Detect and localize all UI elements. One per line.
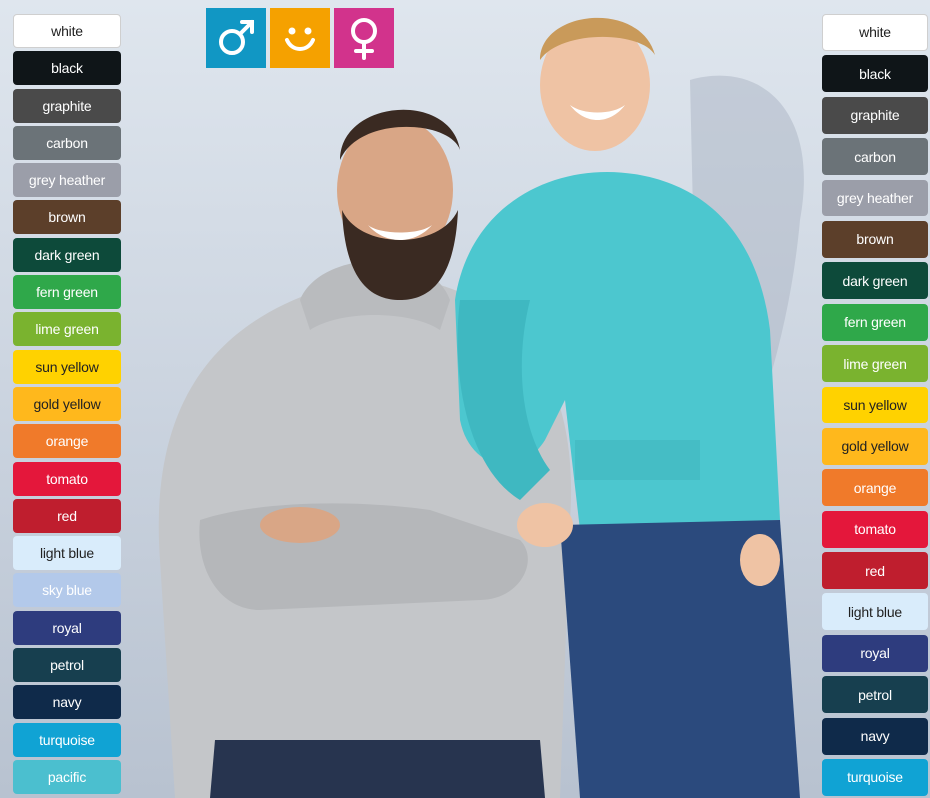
color-swatch-navy[interactable]: navy xyxy=(822,717,928,755)
gender-icon-row xyxy=(206,8,398,68)
color-swatch-gold-yellow[interactable]: gold yellow xyxy=(822,427,928,465)
color-swatch-sun-yellow[interactable]: sun yellow xyxy=(13,349,121,384)
color-swatch-white[interactable]: white xyxy=(822,14,928,51)
female-icon xyxy=(334,8,394,68)
color-swatch-white[interactable]: white xyxy=(13,14,121,48)
male-icon xyxy=(206,8,266,68)
color-swatch-light-blue[interactable]: light blue xyxy=(822,593,928,631)
color-swatch-lime-green[interactable]: lime green xyxy=(822,345,928,383)
color-swatch-petrol[interactable]: petrol xyxy=(822,676,928,714)
color-swatch-black[interactable]: black xyxy=(13,51,121,86)
color-swatch-graphite[interactable]: graphite xyxy=(822,96,928,134)
color-swatch-turquoise[interactable]: turquoise xyxy=(822,759,928,796)
color-swatch-tomato[interactable]: tomato xyxy=(822,510,928,548)
color-swatch-fern-green[interactable]: fern green xyxy=(13,275,121,310)
color-swatch-brown[interactable]: brown xyxy=(13,200,121,235)
color-swatch-list-right: white black graphite carbon grey heather brow… xyxy=(822,14,928,796)
color-swatch-petrol[interactable]: petrol xyxy=(13,648,121,683)
color-swatch-red[interactable]: red xyxy=(13,498,121,533)
color-swatch-navy[interactable]: navy xyxy=(13,685,121,720)
color-swatch-grey-heather[interactable]: grey heather xyxy=(13,163,121,198)
color-swatch-list-left: white black graphite carbon grey heather brow… xyxy=(13,14,121,794)
color-swatch-carbon[interactable]: carbon xyxy=(13,125,121,160)
product-photo xyxy=(0,0,930,798)
color-swatch-gold-yellow[interactable]: gold yellow xyxy=(13,386,121,421)
color-swatch-tomato[interactable]: tomato xyxy=(13,461,121,496)
color-swatch-lime-green[interactable]: lime green xyxy=(13,312,121,347)
color-swatch-royal[interactable]: royal xyxy=(13,610,121,645)
color-swatch-fern-green[interactable]: fern green xyxy=(822,303,928,341)
color-swatch-sun-yellow[interactable]: sun yellow xyxy=(822,386,928,424)
color-swatch-sky-blue[interactable]: sky blue xyxy=(13,573,121,608)
color-swatch-orange[interactable]: orange xyxy=(13,424,121,459)
color-swatch-dark-green[interactable]: dark green xyxy=(822,262,928,300)
color-swatch-royal[interactable]: royal xyxy=(822,634,928,672)
color-swatch-pacific[interactable]: pacific xyxy=(13,759,121,794)
color-swatch-turquoise[interactable]: turquoise xyxy=(13,722,121,757)
color-swatch-light-blue[interactable]: light blue xyxy=(13,536,121,571)
color-swatch-black[interactable]: black xyxy=(822,55,928,93)
color-swatch-grey-heather[interactable]: grey heather xyxy=(822,179,928,217)
kids-smiley-icon xyxy=(270,8,330,68)
color-swatch-carbon[interactable]: carbon xyxy=(822,138,928,176)
color-swatch-brown[interactable]: brown xyxy=(822,220,928,258)
color-swatch-graphite[interactable]: graphite xyxy=(13,88,121,123)
color-swatch-dark-green[interactable]: dark green xyxy=(13,237,121,272)
color-swatch-orange[interactable]: orange xyxy=(822,469,928,507)
models-illustration xyxy=(158,17,804,798)
color-swatch-red[interactable]: red xyxy=(822,552,928,589)
